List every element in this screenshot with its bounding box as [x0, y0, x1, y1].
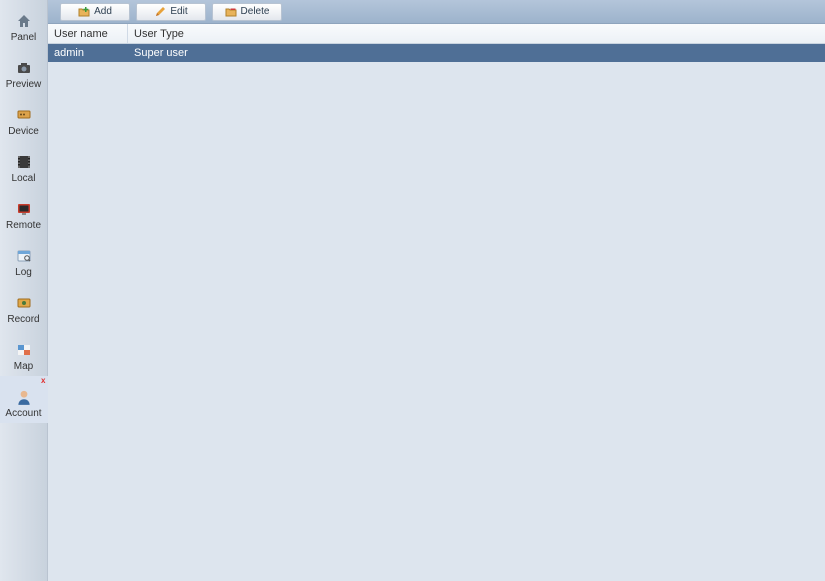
- pencil-icon: [154, 6, 166, 18]
- sidebar-item-label: Remote: [6, 220, 41, 231]
- sidebar-item-label: Device: [8, 126, 39, 137]
- camera-icon: [15, 59, 33, 77]
- sidebar-item-log[interactable]: Log: [0, 235, 48, 282]
- toolbar: Add Edit Delete: [48, 0, 825, 24]
- sidebar-item-label: Preview: [6, 79, 42, 90]
- edit-button-label: Edit: [170, 6, 187, 17]
- sidebar-item-label: Account: [5, 408, 41, 419]
- sidebar-item-map[interactable]: Map: [0, 329, 48, 376]
- sidebar-item-preview[interactable]: Preview: [0, 47, 48, 94]
- sidebar-item-local[interactable]: Local: [0, 141, 48, 188]
- sidebar-item-record[interactable]: Record: [0, 282, 48, 329]
- folder-minus-icon: [225, 6, 237, 18]
- table-body: admin Super user: [48, 44, 825, 581]
- person-icon: [15, 388, 33, 406]
- sidebar-item-remote[interactable]: Remote: [0, 188, 48, 235]
- sidebar-item-device[interactable]: Device: [0, 94, 48, 141]
- table-row[interactable]: admin Super user: [48, 44, 825, 62]
- delete-button-label: Delete: [241, 6, 270, 17]
- sidebar-item-label: Log: [15, 267, 32, 278]
- record-icon: [15, 294, 33, 312]
- device-icon: [15, 106, 33, 124]
- column-header-username[interactable]: User name: [48, 24, 128, 43]
- add-button[interactable]: Add: [60, 3, 130, 21]
- column-header-usertype[interactable]: User Type: [128, 24, 825, 43]
- film-icon: [15, 153, 33, 171]
- sidebar-item-label: Local: [12, 173, 36, 184]
- map-icon: [15, 341, 33, 359]
- close-icon[interactable]: x: [41, 377, 45, 385]
- table-header: User name User Type: [48, 24, 825, 44]
- monitor-icon: [15, 200, 33, 218]
- sidebar-item-account[interactable]: x Account: [0, 376, 48, 423]
- add-button-label: Add: [94, 6, 112, 17]
- sidebar-item-label: Map: [14, 361, 33, 372]
- delete-button[interactable]: Delete: [212, 3, 282, 21]
- sidebar-item-panel[interactable]: Panel: [0, 0, 48, 47]
- cell-usertype: Super user: [128, 47, 825, 59]
- sidebar-item-label: Record: [7, 314, 39, 325]
- sidebar: Panel Preview Device Local Remote Log: [0, 0, 48, 581]
- cell-username: admin: [48, 47, 128, 59]
- folder-plus-icon: [78, 6, 90, 18]
- home-icon: [15, 12, 33, 30]
- edit-button[interactable]: Edit: [136, 3, 206, 21]
- log-icon: [15, 247, 33, 265]
- main-area: Add Edit Delete User name User Type admi…: [48, 0, 825, 581]
- sidebar-item-label: Panel: [11, 32, 37, 43]
